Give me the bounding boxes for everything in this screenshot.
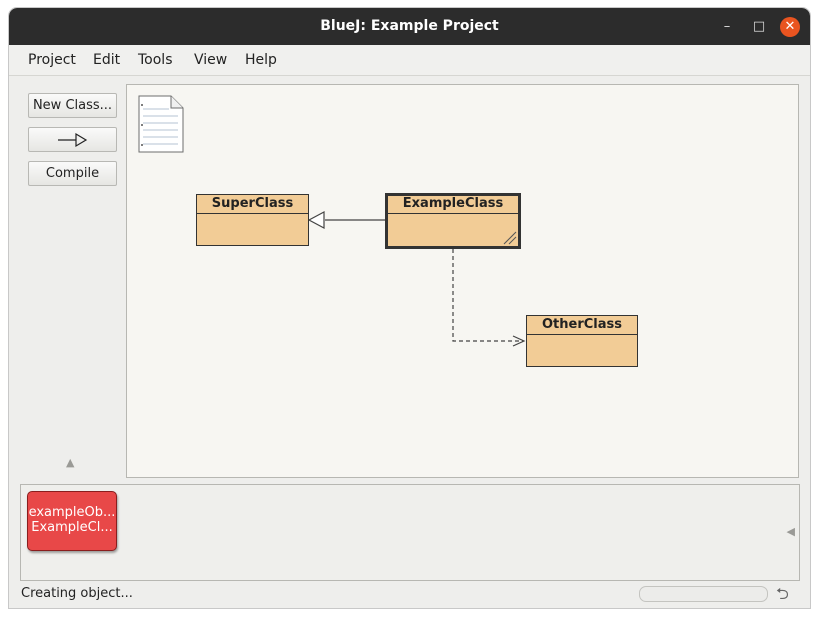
menu-edit[interactable]: Edit — [93, 52, 120, 68]
object-name: exampleOb... — [28, 505, 116, 520]
maximize-button[interactable]: □ — [749, 17, 769, 37]
inheritance-arrow-icon — [58, 132, 88, 148]
readme-document-icon[interactable] — [138, 95, 184, 153]
status-text: Creating object... — [21, 586, 133, 601]
menu-tools[interactable]: Tools — [138, 52, 173, 68]
menu-project[interactable]: Project — [28, 52, 76, 68]
collapse-up-icon[interactable]: ▲ — [66, 456, 74, 469]
object-instance[interactable]: exampleOb... ExampleCl... — [27, 491, 117, 551]
resize-handle-icon[interactable] — [501, 229, 517, 245]
class-exampleclass[interactable]: ExampleClass — [385, 193, 521, 249]
diagram-arrows — [307, 211, 526, 347]
class-superclass[interactable]: SuperClass — [196, 194, 309, 246]
class-name: ExampleClass — [388, 196, 518, 214]
bluej-window: BlueJ: Example Project – □ ✕ Project Edi… — [9, 8, 810, 608]
class-otherclass[interactable]: OtherClass — [526, 315, 638, 367]
reset-machine-icon[interactable]: ⮌ — [776, 583, 789, 608]
inheritance-arrowhead — [307, 211, 325, 229]
title-bar: BlueJ: Example Project – □ ✕ — [9, 8, 810, 45]
menu-view[interactable]: View — [194, 52, 227, 68]
minimize-button[interactable]: – — [717, 17, 737, 37]
class-name: SuperClass — [197, 195, 308, 214]
expand-left-icon[interactable]: ◀ — [787, 525, 795, 538]
close-button[interactable]: ✕ — [780, 17, 800, 37]
inheritance-arrow-button[interactable] — [28, 127, 117, 152]
menu-help[interactable]: Help — [245, 52, 277, 68]
class-name: OtherClass — [527, 316, 637, 335]
new-class-button[interactable]: New Class... — [28, 93, 117, 118]
object-bench: exampleOb... ExampleCl... ◀ — [20, 484, 800, 581]
object-type: ExampleCl... — [31, 520, 113, 535]
dependency-line — [452, 249, 523, 342]
window-title: BlueJ: Example Project — [320, 18, 499, 34]
progress-bar — [639, 586, 768, 602]
menu-bar: Project Edit Tools View Help — [9, 45, 810, 76]
compile-button[interactable]: Compile — [28, 161, 117, 186]
class-diagram-canvas[interactable]: SuperClass ExampleClass OtherClass — [126, 84, 799, 478]
